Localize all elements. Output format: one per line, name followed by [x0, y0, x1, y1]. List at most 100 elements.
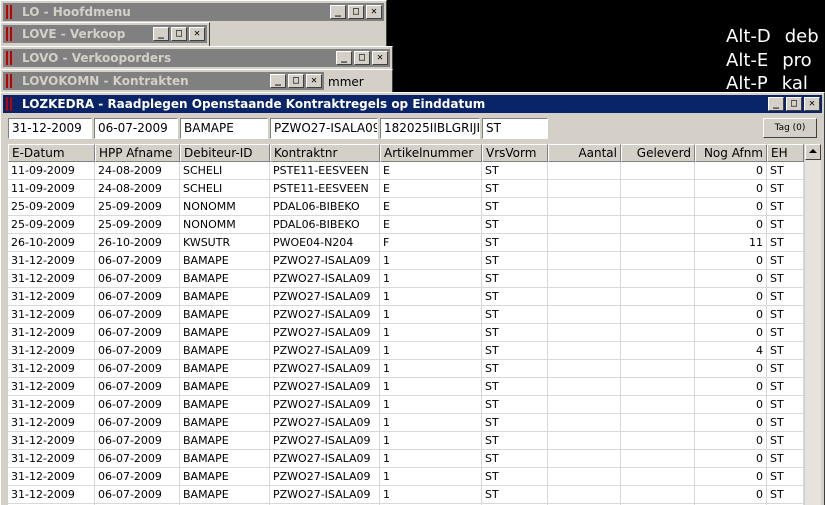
filter-hpp-afname[interactable]: 06-07-2009: [94, 118, 178, 139]
cell-nog-afnm: 0: [695, 198, 767, 216]
cell-kontraktnr: PZWO27-ISALA09: [270, 306, 380, 324]
filter-vrsvorm[interactable]: ST: [482, 118, 548, 139]
cell-debiteur-id: BAMAPE: [180, 468, 270, 486]
scroll-up-arrow-icon[interactable]: [805, 144, 821, 160]
cell-eh: ST: [767, 360, 804, 378]
table-row[interactable]: 25-09-2009 25-09-2009 NONOMM PDAL06-BIBEKO E…: [8, 198, 804, 216]
filter-debiteur[interactable]: BAMAPE: [180, 118, 268, 139]
cell-e-datum: 31-12-2009: [8, 468, 95, 486]
cell-kontraktnr: PZWO27-ISALA09: [270, 432, 380, 450]
maximize-button[interactable]: □: [786, 97, 802, 111]
cell-vrsvorm: ST: [482, 450, 548, 468]
titlebar-hoofdmenu[interactable]: LO - Hoofdmenu _ □ ✕: [3, 3, 384, 21]
column-header-geleverd[interactable]: Geleverd: [621, 144, 695, 162]
maximize-button[interactable]: □: [171, 27, 187, 41]
cell-artikelnummer: 1: [380, 396, 482, 414]
column-header-debiteur-id[interactable]: Debiteur-ID: [180, 144, 270, 162]
cell-nog-afnm: 0: [695, 306, 767, 324]
column-header-hpp-afname[interactable]: HPP Afname: [95, 144, 180, 162]
maximize-button[interactable]: □: [348, 5, 364, 19]
table-row[interactable]: 31-12-200906-07-2009BAMAPEPZWO27-ISALA09…: [8, 414, 804, 432]
titlebar-verkoop[interactable]: LOVE - Verkoop _ □ ✕: [3, 25, 207, 43]
cell-aantal: [548, 450, 621, 468]
cell-eh: ST: [767, 486, 804, 504]
table-row[interactable]: 11-09-2009 24-08-2009 SCHELI PSTE11-EESVEEN…: [8, 180, 804, 198]
cell-nog-afnm: 0: [695, 324, 767, 342]
vertical-scrollbar[interactable]: [805, 144, 821, 505]
table-row[interactable]: 31-12-200906-07-2009BAMAPEPZWO27-ISALA09…: [8, 324, 804, 342]
maximize-button[interactable]: □: [288, 74, 304, 88]
cell-debiteur-id: NONOMM: [180, 216, 270, 234]
table-row[interactable]: 31-12-200906-07-2009BAMAPEPZWO27-ISALA09…: [8, 468, 804, 486]
column-header-e-datum[interactable]: E-Datum: [8, 144, 95, 162]
filter-e-datum[interactable]: 31-12-2009: [8, 118, 92, 139]
minimize-button[interactable]: _: [153, 27, 169, 41]
minimize-button[interactable]: _: [336, 51, 352, 65]
table-row[interactable]: 31-12-200906-07-2009BAMAPEPZWO27-ISALA09…: [8, 270, 804, 288]
minimize-button[interactable]: _: [270, 74, 286, 88]
table-row[interactable]: 31-12-200906-07-2009BAMAPEPZWO27-ISALA09…: [8, 432, 804, 450]
column-header-nog-afnm[interactable]: Nog Afnm: [695, 144, 767, 162]
main-titlebar[interactable]: LOZKEDRA - Raadplegen Openstaande Kontra…: [3, 95, 822, 113]
titlebar-kontrakten[interactable]: LOVOKOMN - Kontrakten _ □ ✕: [3, 72, 324, 90]
table-row[interactable]: 31-12-200906-07-2009BAMAPEPZWO27-ISALA09…: [8, 378, 804, 396]
cell-aantal: [548, 162, 621, 180]
cell-vrsvorm: ST: [482, 486, 548, 504]
cell-vrsvorm: ST: [482, 216, 548, 234]
table-row[interactable]: 31-12-200906-07-2009BAMAPEPZWO27-ISALA09…: [8, 288, 804, 306]
cell-vrsvorm: ST: [482, 468, 548, 486]
column-header-aantal[interactable]: Aantal: [548, 144, 621, 162]
cell-debiteur-id: BAMAPE: [180, 432, 270, 450]
hotkey-key: Alt-D: [726, 26, 771, 47]
filter-artikelnummer[interactable]: 182025IIBLGRIJK: [380, 118, 480, 139]
cell-geleverd: [621, 468, 695, 486]
table-row[interactable]: 31-12-200906-07-2009BAMAPEPZWO27-ISALA09…: [8, 252, 804, 270]
column-header-vrsvorm[interactable]: VrsVorm: [482, 144, 548, 162]
close-button[interactable]: ✕: [372, 51, 388, 65]
tag-button[interactable]: Tag (0): [763, 118, 817, 138]
table-row[interactable]: 31-12-200906-07-2009BAMAPEPZWO27-ISALA09…: [8, 396, 804, 414]
titlebar-verkooporders[interactable]: LOVO - Verkooporders _ □ ✕: [3, 49, 390, 67]
cell-debiteur-id: BAMAPE: [180, 486, 270, 504]
cell-e-datum: 31-12-2009: [8, 486, 95, 504]
cell-geleverd: [621, 306, 695, 324]
cell-e-datum: 26-10-2009: [8, 234, 95, 252]
close-button[interactable]: ✕: [366, 5, 382, 19]
cell-eh: ST: [767, 324, 804, 342]
cell-hpp-afname: 06-07-2009: [95, 342, 180, 360]
cell-hpp-afname: 06-07-2009: [95, 288, 180, 306]
close-button[interactable]: ✕: [804, 97, 820, 111]
table-row[interactable]: 31-12-200906-07-2009BAMAPEPZWO27-ISALA09…: [8, 342, 804, 360]
cell-geleverd: [621, 252, 695, 270]
column-header-artikelnummer[interactable]: Artikelnummer: [380, 144, 482, 162]
maximize-button[interactable]: □: [354, 51, 370, 65]
cell-hpp-afname: 06-07-2009: [95, 378, 180, 396]
minimize-button[interactable]: _: [330, 5, 346, 19]
cell-debiteur-id: BAMAPE: [180, 396, 270, 414]
close-button[interactable]: ✕: [306, 74, 322, 88]
filter-kontraktnr[interactable]: PZWO27-ISALA09: [270, 118, 378, 139]
table-row[interactable]: 25-09-2009 25-09-2009 NONOMM PDAL06-BIBEKO E…: [8, 216, 804, 234]
column-header-eh[interactable]: EH: [767, 144, 804, 162]
cell-geleverd: [621, 414, 695, 432]
table-row[interactable]: 31-12-200906-07-2009BAMAPEPZWO27-ISALA09…: [8, 306, 804, 324]
table-row[interactable]: 31-12-200906-07-2009BAMAPEPZWO27-ISALA09…: [8, 360, 804, 378]
column-header-kontraktnr[interactable]: Kontraktnr: [270, 144, 380, 162]
cell-aantal: [548, 306, 621, 324]
cell-nog-afnm: 0: [695, 450, 767, 468]
table-row[interactable]: 11-09-2009 24-08-2009 SCHELI PSTE11-EESVEEN…: [8, 162, 804, 180]
cell-nog-afnm: 0: [695, 162, 767, 180]
table-row[interactable]: 31-12-200906-07-2009BAMAPEPZWO27-ISALA09…: [8, 486, 804, 504]
background-label: mmer: [328, 75, 364, 89]
table-row[interactable]: 31-12-200906-07-2009BAMAPEPZWO27-ISALA09…: [8, 450, 804, 468]
results-table[interactable]: E-Datum HPP Afname Debiteur-ID Kontraktn…: [8, 144, 804, 505]
cell-aantal: [548, 342, 621, 360]
cell-vrsvorm: ST: [482, 360, 548, 378]
close-button[interactable]: ✕: [189, 27, 205, 41]
hotkey-hint-d: Alt-D deb: [726, 26, 819, 48]
cell-artikelnummer: E: [380, 180, 482, 198]
minimize-button[interactable]: _: [768, 97, 784, 111]
table-row[interactable]: 26-10-2009 26-10-2009 KWSUTR PWOE04-N204 F ST…: [8, 234, 804, 252]
cell-hpp-afname: 06-07-2009: [95, 252, 180, 270]
cell-e-datum: 31-12-2009: [8, 378, 95, 396]
